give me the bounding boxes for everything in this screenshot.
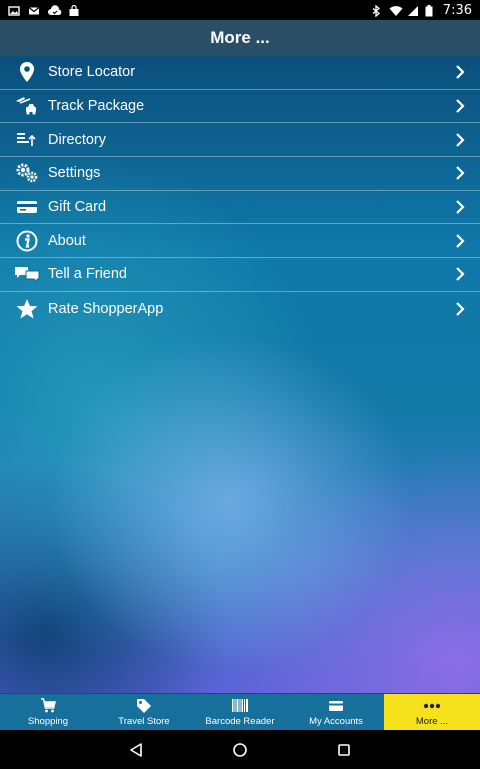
system-icons: 7:36: [371, 3, 472, 18]
main-content: Store Locator Track Package Directory Se…: [0, 56, 480, 693]
status-bar: 7:36: [0, 0, 480, 20]
track-package-icon: [14, 95, 40, 117]
menu-item-label: Store Locator: [48, 64, 136, 81]
title-bar: More ...: [0, 20, 480, 56]
menu-item-label: Tell a Friend: [48, 266, 127, 283]
gears-icon: [14, 162, 40, 184]
page-title: More ...: [210, 28, 270, 47]
chevron-right-icon: [454, 99, 466, 113]
chat-bubbles-icon: [14, 263, 40, 285]
menu-item-directory[interactable]: Directory: [0, 123, 480, 158]
menu-item-store-locator[interactable]: Store Locator: [0, 56, 480, 90]
menu-item-label: Directory: [48, 131, 107, 148]
more-dots-icon: [423, 698, 441, 714]
tab-label: Travel Store: [118, 715, 170, 727]
gmail-icon: [28, 4, 40, 16]
tab-more[interactable]: More ...: [384, 694, 480, 730]
tab-label: Barcode Reader: [205, 715, 275, 727]
cloud-icon: [48, 4, 62, 16]
image-icon: [8, 4, 20, 16]
tab-shopping[interactable]: Shopping: [0, 694, 96, 730]
chevron-right-icon: [454, 65, 466, 80]
star-icon: [14, 298, 40, 320]
menu-item-label: Rate ShopperApp: [48, 300, 164, 317]
battery-icon: [425, 4, 437, 17]
menu-item-label: About: [48, 232, 86, 249]
chevron-right-icon: [454, 301, 466, 316]
directory-icon: [14, 129, 40, 151]
chevron-right-icon: [454, 132, 466, 147]
card-icon: [328, 698, 344, 714]
chevron-right-icon: [454, 234, 466, 248]
menu-item-label: Track Package: [48, 98, 145, 115]
menu-item-track-package[interactable]: Track Package: [0, 90, 480, 124]
gift-card-icon: [14, 196, 40, 218]
notification-icons: [8, 4, 80, 16]
recents-icon[interactable]: [333, 739, 355, 761]
cart-icon: [40, 698, 56, 714]
tab-label: My Accounts: [309, 715, 363, 727]
bag-icon: [68, 4, 80, 16]
menu-item-settings[interactable]: Settings: [0, 157, 480, 191]
menu-item-about[interactable]: About: [0, 224, 480, 259]
menu-item-rate-app[interactable]: Rate ShopperApp: [0, 292, 480, 326]
tab-label: More ...: [415, 715, 449, 727]
barcode-icon: [231, 698, 249, 714]
wifi-icon: [389, 4, 403, 16]
map-pin-icon: [14, 61, 40, 83]
tab-barcode-reader[interactable]: Barcode Reader: [192, 694, 288, 730]
chevron-right-icon: [454, 166, 466, 181]
tag-icon: [136, 698, 152, 714]
menu-item-label: Settings: [48, 165, 101, 182]
menu-item-gift-card[interactable]: Gift Card: [0, 191, 480, 225]
tab-label: Shopping: [27, 715, 69, 727]
bottom-tab-bar: Shopping Travel Store Barcode Reader My …: [0, 693, 480, 730]
tab-my-accounts[interactable]: My Accounts: [288, 694, 384, 730]
status-time: 7:36: [442, 2, 472, 18]
chevron-right-icon: [454, 267, 466, 282]
info-icon: [14, 230, 40, 252]
more-menu-list: Store Locator Track Package Directory Se…: [0, 56, 480, 326]
chevron-right-icon: [454, 200, 466, 214]
back-icon[interactable]: [125, 739, 147, 761]
tab-travel-store[interactable]: Travel Store: [96, 694, 192, 730]
menu-item-label: Gift Card: [48, 199, 107, 216]
system-nav-bar: [0, 730, 480, 769]
menu-item-tell-a-friend[interactable]: Tell a Friend: [0, 258, 480, 292]
signal-icon: [407, 4, 419, 16]
bluetooth-icon: [371, 4, 383, 18]
home-icon[interactable]: [229, 739, 251, 761]
